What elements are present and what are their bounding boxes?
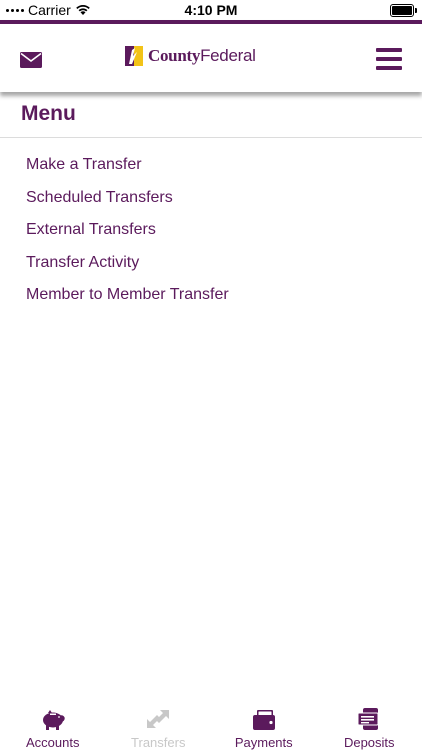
battery-icon — [390, 4, 417, 17]
page-title: Menu — [21, 102, 76, 125]
messages-button[interactable] — [20, 52, 42, 68]
tab-deposits-label: Deposits — [343, 735, 395, 750]
logo-text-county: County — [148, 46, 201, 65]
check-deposit-icon — [357, 708, 379, 730]
hamburger-menu-button[interactable] — [376, 48, 402, 70]
transfer-menu-list: Make a Transfer Scheduled Transfers Exte… — [26, 150, 229, 313]
menu-item-transfer-activity[interactable]: Transfer Activity — [26, 248, 229, 281]
bottom-tab-bar: Accounts Transfers Payments Deposits — [0, 700, 422, 750]
envelope-icon — [20, 52, 42, 68]
piggy-bank-icon — [42, 710, 65, 730]
menu-item-external-transfers[interactable]: External Transfers — [26, 215, 229, 248]
title-divider — [0, 137, 422, 138]
logo-text-federal: Federal — [200, 46, 256, 65]
status-bar: Carrier 4:10 PM — [0, 0, 422, 20]
wallet-icon — [252, 710, 275, 730]
menu-item-scheduled-transfers[interactable]: Scheduled Transfers — [26, 183, 229, 216]
menu-item-member-to-member-transfer[interactable]: Member to Member Transfer — [26, 280, 229, 313]
tab-payments-label: Payments — [234, 735, 293, 750]
menu-item-make-a-transfer[interactable]: Make a Transfer — [26, 150, 229, 183]
tab-accounts[interactable]: Accounts — [0, 700, 106, 750]
tab-transfers[interactable]: Transfers — [106, 700, 212, 750]
status-time: 4:10 PM — [184, 2, 238, 18]
tab-transfers-label: Transfers — [131, 735, 186, 750]
app-header: CountyFederal — [0, 20, 422, 92]
transfer-arrows-icon — [147, 710, 170, 728]
logo-mark-icon — [125, 46, 143, 66]
hamburger-icon — [376, 48, 402, 52]
county-federal-logo: CountyFederal — [123, 44, 256, 68]
logo-wordmark: CountyFederal — [148, 46, 256, 66]
tab-payments[interactable]: Payments — [211, 700, 317, 750]
tab-deposits[interactable]: Deposits — [317, 700, 422, 750]
tab-accounts-label: Accounts — [26, 735, 80, 750]
